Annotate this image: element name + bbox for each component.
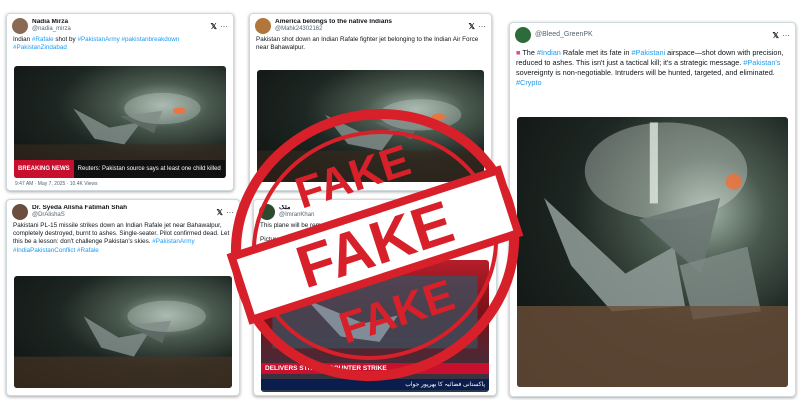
avatar[interactable] [515, 27, 531, 43]
hashtag-link[interactable]: #Crypto [516, 78, 542, 87]
display-name[interactable]: ملک [279, 205, 471, 212]
tweet-image[interactable]: DELIVERS STRONG COUNTER STRIKE پاکستانی … [261, 260, 489, 392]
tweet-card-nadia[interactable]: Nadia Mirza @nadia_mirza 𝕏 ⋯ Indian #Raf… [6, 13, 234, 191]
avatar[interactable] [259, 204, 275, 220]
handle[interactable]: @Bleed_GreenPK [535, 31, 770, 38]
display-name[interactable]: America belongs to the native Indians [275, 19, 466, 26]
handle[interactable]: @nadia_mirza [32, 26, 208, 32]
tweet-text: Pakistani PL-15 missile strikes down an … [7, 220, 239, 255]
text-line: This plane will be remembered for years [260, 222, 372, 229]
hashtag-link[interactable]: #Pakistani [631, 48, 665, 57]
text-segment: Indian [13, 36, 32, 43]
avatar[interactable] [12, 18, 28, 34]
text-line: Picture of the Indian Rafale [260, 236, 336, 244]
tweet-text: Pakistan shot down an Indian Rafale figh… [256, 36, 479, 52]
hashtag-link[interactable]: #Indian [537, 48, 561, 57]
tweet-image[interactable] [517, 117, 788, 387]
breaking-news-label: BREAKING NEWS [14, 160, 74, 178]
x-logo-icon: 𝕏 [473, 207, 480, 217]
crash-scene-image [14, 300, 232, 388]
tweet-header: America belongs to the native Indians @M… [250, 14, 491, 34]
tweet-text: Indian #Rafale shot by #PakistanArmy #pa… [7, 34, 233, 52]
more-options-icon[interactable]: ⋯ [226, 208, 234, 217]
handle[interactable]: @Mahk24302162 [275, 26, 466, 32]
text-segment: Pakistani PL-15 missile strikes down an … [13, 222, 230, 246]
tweet-text: ■ The #Indian Rafale met its fate in #Pa… [510, 43, 795, 87]
tweet-card-urdu[interactable]: ملک @ImranKhan 𝕏 ⋯ This plane will be re… [253, 199, 497, 396]
text-segment: Rafale met its fate in [560, 48, 632, 57]
handle[interactable]: @ImranKhan [279, 212, 471, 218]
tweet-card-dr-syeda[interactable]: Dr. Syeda Alisha Fatimah Shah @DrAlishaS… [6, 199, 240, 396]
display-name[interactable]: Nadia Mirza [32, 19, 208, 26]
news-headline-bar: DELIVERS STRONG COUNTER STRIKE [261, 363, 489, 374]
more-options-icon[interactable]: ⋯ [220, 22, 228, 31]
avatar[interactable] [255, 18, 271, 34]
news-ticker: Reuters: Pakistan source says at least o… [73, 160, 225, 178]
crash-scene-image [517, 122, 788, 387]
tweet-card-america[interactable]: America belongs to the native Indians @M… [249, 13, 492, 191]
text-segment: The [520, 48, 537, 57]
x-logo-icon: 𝕏 [210, 21, 217, 31]
tweet-timestamp[interactable]: 9:47 AM · May 7, 2025 · 10.4K Views [15, 181, 97, 187]
urdu-ticker: پاکستانی فضائیہ کا بھرپور جواب [261, 379, 489, 390]
x-logo-icon: 𝕏 [772, 30, 779, 40]
hashtag-link[interactable]: #Rafale [32, 36, 54, 43]
tweet-text: This plane will be remembered for years … [254, 220, 496, 244]
x-logo-icon: 𝕏 [468, 21, 475, 31]
tweet-header: ملک @ImranKhan 𝕏 ⋯ [254, 200, 496, 220]
more-options-icon[interactable]: ⋯ [483, 208, 491, 217]
news-banner: BREAKING NEWS Reuters: Pakistan source s… [14, 160, 226, 178]
tweet-header: Dr. Syeda Alisha Fatimah Shah @DrAlishaS… [7, 200, 239, 220]
text-segment: shot by [53, 36, 78, 43]
display-name[interactable]: Dr. Syeda Alisha Fatimah Shah [32, 205, 214, 212]
tweet-card-bleed-green[interactable]: @Bleed_GreenPK 𝕏 ⋯ ■ The #Indian Rafale … [509, 22, 796, 397]
more-options-icon[interactable]: ⋯ [478, 22, 486, 31]
text-segment: sovereignty is non-negotiable. Intruders… [516, 67, 775, 77]
crash-scene-image [257, 99, 484, 182]
tweet-image[interactable]: BREAKING NEWS Reuters: Pakistan source s… [14, 66, 226, 178]
tweet-header: @Bleed_GreenPK 𝕏 ⋯ [510, 23, 795, 43]
x-logo-icon: 𝕏 [216, 207, 223, 217]
more-options-icon[interactable]: ⋯ [782, 31, 790, 40]
tweet-image[interactable] [14, 276, 232, 388]
avatar[interactable] [12, 204, 28, 220]
handle[interactable]: @DrAlishaS [32, 212, 214, 218]
hashtag-link[interactable]: #Pakistan's [743, 58, 780, 67]
tweet-image[interactable] [257, 70, 484, 182]
tweet-header: Nadia Mirza @nadia_mirza 𝕏 ⋯ [7, 14, 233, 34]
